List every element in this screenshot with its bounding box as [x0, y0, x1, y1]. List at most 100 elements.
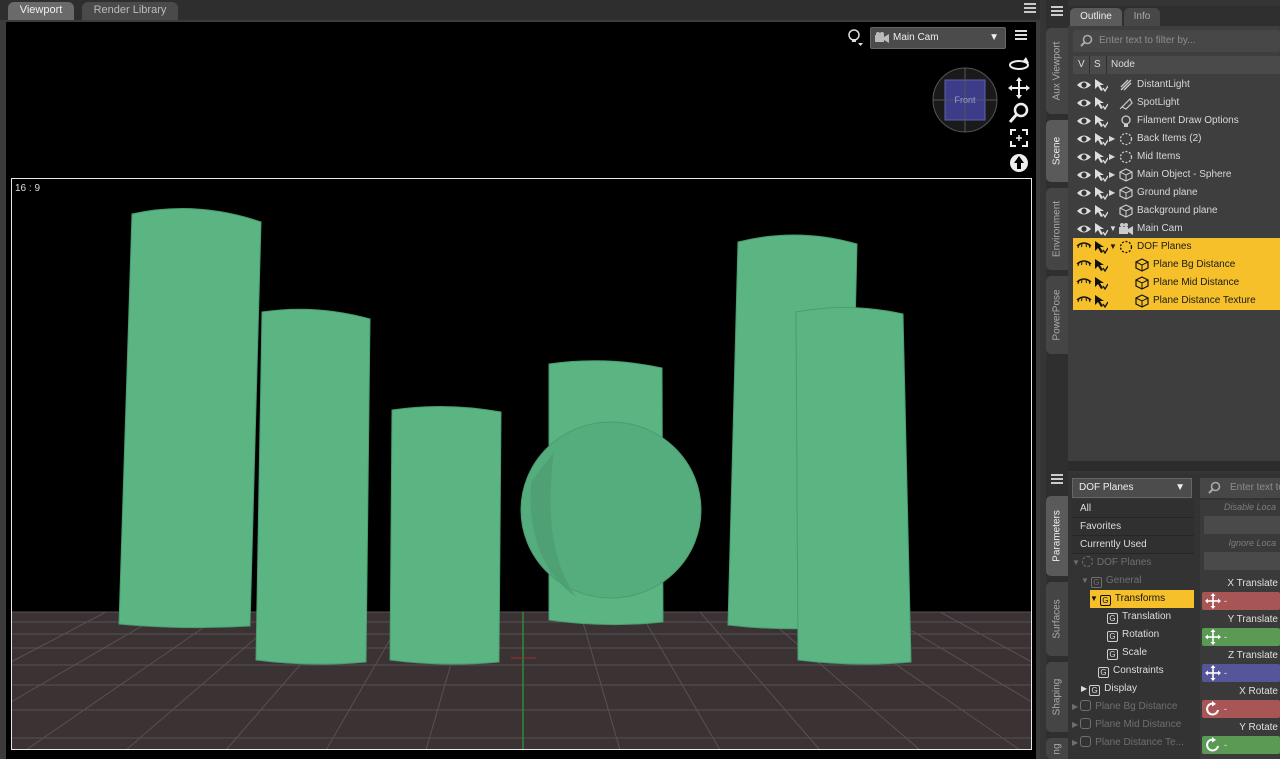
outline-row[interactable]: Plane Mid Distance [1073, 274, 1280, 292]
filter-all[interactable]: All [1072, 500, 1194, 518]
panel-splitter[interactable] [1068, 461, 1280, 471]
tab-environment[interactable]: Environment [1046, 188, 1068, 270]
selectable-icon[interactable] [1094, 294, 1109, 309]
selectable-icon[interactable] [1094, 150, 1109, 165]
selectable-icon[interactable] [1094, 132, 1109, 147]
expanded-triangle-icon[interactable]: ▼ [1109, 224, 1117, 233]
tab-outline[interactable]: Outline [1070, 8, 1122, 26]
col-selectable[interactable]: S [1094, 59, 1101, 70]
eye-closed-icon[interactable] [1076, 295, 1092, 307]
collapsed-triangle-icon[interactable]: ▶ [1109, 170, 1115, 179]
selectable-icon[interactable] [1094, 78, 1109, 93]
parameter-group-item[interactable]: ▼ G Transforms [1090, 590, 1194, 608]
expanded-triangle-icon[interactable]: ▼ [1090, 594, 1098, 603]
eye-icon[interactable] [1076, 187, 1092, 199]
eye-icon[interactable] [1076, 205, 1092, 217]
reset-view-icon[interactable] [1008, 152, 1030, 174]
eye-closed-icon[interactable] [1076, 259, 1092, 271]
pan-icon[interactable] [1008, 77, 1030, 99]
parameter-slider[interactable]: - [1202, 700, 1280, 718]
selectable-icon[interactable] [1094, 204, 1109, 219]
parameter-group-item[interactable]: G Scale [1099, 644, 1194, 662]
eye-icon[interactable] [1076, 79, 1092, 91]
expanded-triangle-icon[interactable]: ▼ [1072, 558, 1080, 567]
collapsed-triangle-icon[interactable]: ▶ [1072, 702, 1078, 711]
collapsed-triangle-icon[interactable]: ▶ [1072, 720, 1078, 729]
parameter-slider[interactable]: - [1202, 664, 1280, 682]
rotate-icon[interactable] [1205, 737, 1221, 753]
outline-row[interactable]: ▶ Back Items (2) [1073, 130, 1280, 148]
parameter-group-item[interactable]: G Rotation [1099, 626, 1194, 644]
outline-row[interactable]: SpotLight [1073, 94, 1280, 112]
selectable-icon[interactable] [1094, 222, 1109, 237]
collapsed-triangle-icon[interactable]: ▶ [1109, 188, 1115, 197]
tab-aux-viewport[interactable]: Aux Viewport [1046, 28, 1068, 114]
orbit-icon[interactable] [1008, 52, 1030, 74]
outline-row[interactable]: Filament Draw Options [1073, 112, 1280, 130]
collapsed-triangle-icon[interactable]: ▶ [1109, 134, 1115, 143]
outline-row[interactable]: ▼ Main Cam [1073, 220, 1280, 238]
parameter-group-item[interactable]: G Translation [1099, 608, 1194, 626]
col-node[interactable]: Node [1111, 59, 1135, 70]
tab-surfaces[interactable]: Surfaces [1046, 582, 1068, 656]
eye-icon[interactable] [1076, 133, 1092, 145]
translate-icon[interactable] [1205, 593, 1221, 609]
frame-icon[interactable] [1008, 127, 1030, 149]
light-bulb-icon[interactable] [846, 28, 864, 48]
col-visible[interactable]: V [1078, 59, 1085, 70]
selectable-icon[interactable] [1094, 276, 1109, 291]
tab-info[interactable]: Info [1124, 8, 1160, 26]
eye-closed-icon[interactable] [1076, 241, 1092, 253]
expanded-triangle-icon[interactable]: ▼ [1109, 242, 1117, 251]
parameter-group-item[interactable]: ▶ G Display [1081, 680, 1194, 698]
parameter-group-item[interactable]: ▶ Plane Bg Distance [1072, 698, 1194, 716]
outline-row[interactable]: ▼ DOF Planes [1073, 238, 1280, 256]
filter-currently-used[interactable]: Currently Used [1072, 536, 1194, 554]
parameter-group-item[interactable]: ▼ DOF Planes [1072, 554, 1194, 572]
outline-row[interactable]: ▶ Main Object - Sphere [1073, 166, 1280, 184]
outline-filter-input[interactable]: Enter text to filter by... [1073, 30, 1280, 52]
tab-shaping[interactable]: Shaping [1046, 662, 1068, 732]
parameter-group-item[interactable]: G Constraints [1090, 662, 1194, 680]
parameter-slider[interactable]: - [1202, 628, 1280, 646]
eye-icon[interactable] [1076, 169, 1092, 181]
collapsed-triangle-icon[interactable]: ▶ [1072, 738, 1078, 747]
selectable-icon[interactable] [1094, 114, 1109, 129]
outline-row[interactable]: ▶ Mid Items [1073, 148, 1280, 166]
expanded-triangle-icon[interactable]: ▼ [1081, 576, 1089, 585]
rotate-icon[interactable] [1205, 701, 1221, 717]
eye-icon[interactable] [1076, 151, 1092, 163]
outline-row[interactable]: Background plane [1073, 202, 1280, 220]
eye-icon[interactable] [1076, 97, 1092, 109]
viewport-canvas[interactable]: 16 : 9 Main Cam ▼ Front [6, 22, 1036, 759]
translate-icon[interactable] [1205, 629, 1221, 645]
panel-menu-icon[interactable] [1051, 6, 1063, 18]
selectable-icon[interactable] [1094, 258, 1109, 273]
parameter-group-item[interactable]: ▼ G General [1081, 572, 1194, 590]
parameter-slider[interactable]: - [1202, 592, 1280, 610]
parameter-group-item[interactable]: ▶ Plane Mid Distance [1072, 716, 1194, 734]
parameter-slider[interactable]: - [1202, 736, 1280, 754]
selectable-icon[interactable] [1094, 96, 1109, 111]
zoom-icon[interactable] [1008, 102, 1030, 124]
selectable-icon[interactable] [1094, 168, 1109, 183]
outline-row[interactable]: ▶ Ground plane [1073, 184, 1280, 202]
outline-row[interactable]: Plane Bg Distance [1073, 256, 1280, 274]
selectable-icon[interactable] [1094, 186, 1109, 201]
ignore-locks-toggle[interactable] [1204, 552, 1280, 570]
camera-select[interactable]: Main Cam ▼ [870, 27, 1006, 49]
translate-icon[interactable] [1205, 665, 1221, 681]
tab-render-library[interactable]: Render Library [82, 2, 178, 20]
viewport-menu-icon[interactable] [1015, 30, 1027, 42]
view-cube[interactable]: Front [932, 67, 998, 133]
tab-powerpose[interactable]: PowerPose [1046, 276, 1068, 354]
selectable-icon[interactable] [1094, 240, 1109, 255]
tab-viewport[interactable]: Viewport [8, 2, 74, 20]
filter-favorites[interactable]: Favorites [1072, 518, 1194, 536]
disable-locks-toggle[interactable] [1204, 516, 1280, 534]
outline-row[interactable]: DistantLight [1073, 76, 1280, 94]
tab-scene[interactable]: Scene [1046, 120, 1068, 182]
eye-icon[interactable] [1076, 223, 1092, 235]
collapsed-triangle-icon[interactable]: ▶ [1109, 152, 1115, 161]
collapsed-triangle-icon[interactable]: ▶ [1081, 684, 1087, 693]
